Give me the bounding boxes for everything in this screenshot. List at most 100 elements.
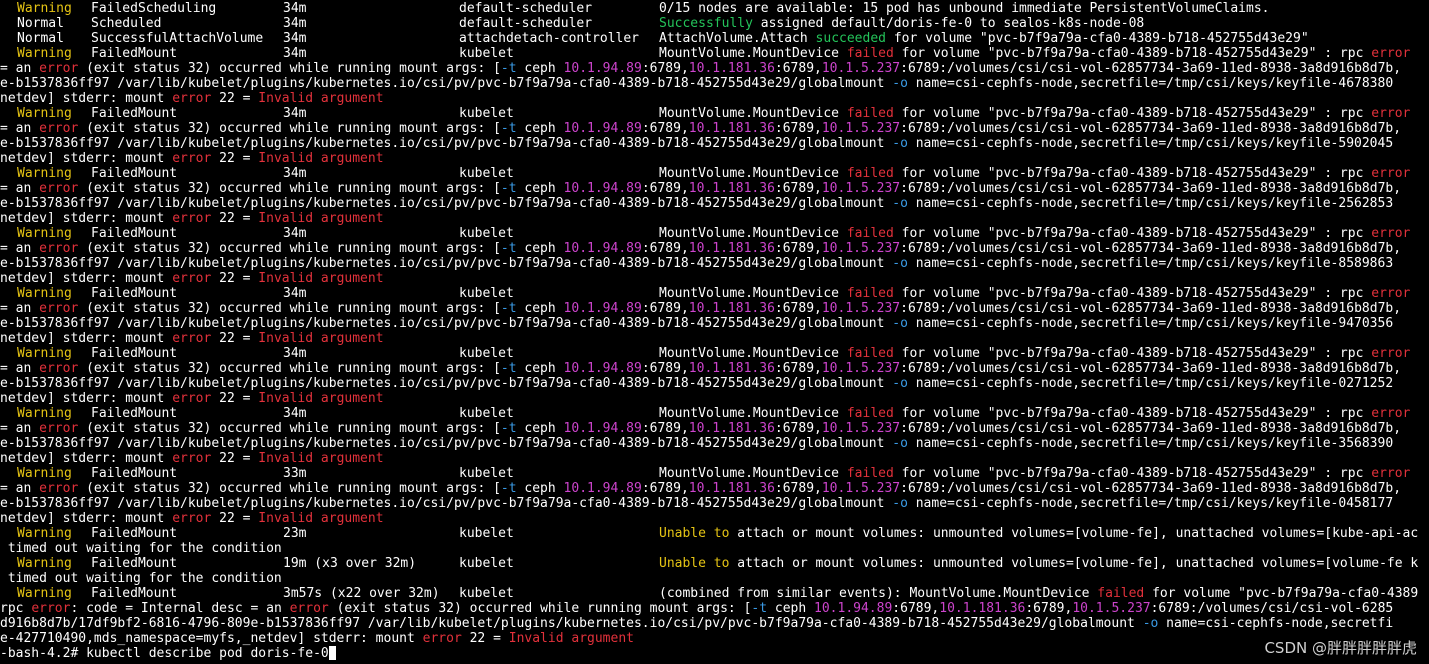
output-segment: 10.1.181.36: [688, 421, 775, 436]
event-from-text: default-scheduler: [459, 16, 593, 31]
output-segment: 10.1.94.89: [563, 181, 642, 196]
output-segment: Invalid argument: [258, 391, 384, 406]
message-segment: MountVolume.MountDevice: [659, 226, 847, 241]
event-from: kubelet: [459, 406, 514, 421]
output-segment: 10.1.94.89: [563, 481, 642, 496]
output-segment: :6789,: [774, 121, 822, 136]
event-reason: FailedMount: [91, 466, 177, 481]
event-age-text: 34m: [283, 16, 307, 31]
event-type-text: Warning: [17, 46, 72, 61]
output-segment: :6789,: [641, 301, 689, 316]
output-segment: error: [172, 91, 212, 106]
output-segment: name=csi-cephfs-node,secretfile=/tmp/csi…: [907, 136, 1394, 151]
event-age: 23m: [283, 526, 306, 541]
event-reason: FailedMount: [91, 586, 177, 601]
output-segment: 10.1.181.36: [688, 361, 775, 376]
event-age: 34m: [283, 286, 306, 301]
message-segment: MountVolume.MountDevice: [659, 406, 847, 421]
event-message: Unable to attach or mount volumes: unmou…: [659, 526, 1418, 541]
output-segment: e-b1537836ff97 /var/lib/kubelet/plugins/…: [0, 256, 893, 271]
event-from-text: kubelet: [459, 46, 514, 61]
event-message: MountVolume.MountDevice failed for volum…: [659, 226, 1410, 241]
event-age: 34m: [283, 46, 306, 61]
output-segment: :6789,: [774, 181, 822, 196]
event-reason-text: FailedMount: [91, 526, 178, 541]
terminal-output[interactable]: Warning FailedScheduling 34m default-schedu…: [0, 0, 1429, 664]
message-segment: error: [1371, 166, 1411, 181]
message-segment: MountVolume.MountDevice: [659, 166, 847, 181]
csdn-watermark: CSDN @胖胖胖胖胖虎: [1264, 639, 1417, 657]
output-segment: -o: [892, 136, 908, 151]
event-type-text: Warning: [17, 406, 72, 421]
event-reason-text: FailedMount: [91, 46, 178, 61]
terminal-cursor: [328, 646, 336, 660]
event-age-text: 34m: [283, 226, 307, 241]
shell-prompt-line: -bash-4.2# kubectl describe pod doris-fe…: [0, 646, 336, 661]
event-from: kubelet: [459, 466, 514, 481]
output-segment: Invalid argument: [258, 91, 384, 106]
event-from-text: attachdetach-controller: [459, 31, 640, 46]
output-segment: e-427710490,mds_namespace=myfs,_netdev] …: [0, 631, 423, 646]
output-segment: (exit status 32) occurred while running …: [78, 481, 501, 496]
event-message: MountVolume.MountDevice failed for volum…: [659, 466, 1410, 481]
event-reason-text: FailedMount: [91, 556, 178, 571]
output-segment: :6789:/volumes/csi/csi-vol-62857734-3a69…: [900, 361, 1402, 376]
output-segment: :6789,: [774, 241, 822, 256]
event-from: kubelet: [459, 166, 514, 181]
output-segment: :6789,: [774, 61, 822, 76]
continuation-line: = an error (exit status 32) occurred whi…: [0, 301, 1401, 316]
output-segment: = an: [0, 421, 40, 436]
output-segment: name=csi-cephfs-node,secretfile=/tmp/csi…: [907, 496, 1394, 511]
event-reason: FailedMount: [91, 286, 177, 301]
event-from: default-scheduler: [459, 1, 592, 16]
event-type-text: Warning: [17, 466, 72, 481]
output-segment: :6789:/volumes/csi/csi-vol-62857734-3a69…: [900, 241, 1402, 256]
event-type-text: Warning: [17, 286, 72, 301]
output-segment: = an: [0, 361, 40, 376]
output-segment: error: [172, 151, 212, 166]
event-age-text: 34m: [283, 106, 307, 121]
event-message: Successfully assigned default/doris-fe-0…: [659, 16, 1144, 31]
event-from-text: kubelet: [459, 526, 514, 541]
message-segment: failed: [846, 466, 894, 481]
output-segment: netdev] stderr: mount: [0, 91, 173, 106]
event-reason: FailedMount: [91, 526, 177, 541]
event-from: kubelet: [459, 46, 514, 61]
event-type-text: Normal: [17, 31, 64, 46]
output-segment: ceph: [516, 301, 564, 316]
output-segment: : code = Internal desc = an: [70, 601, 290, 616]
continuation-line: = an error (exit status 32) occurred whi…: [0, 361, 1401, 376]
output-segment: error: [172, 331, 212, 346]
continuation-line: netdev] stderr: mount error 22 = Invalid…: [0, 331, 384, 346]
event-reason-text: FailedMount: [91, 106, 178, 121]
event-age-text: 3m57s (x22 over 32m): [283, 586, 440, 601]
output-segment: error: [39, 361, 79, 376]
output-segment: :6789,: [641, 421, 689, 436]
output-segment: 10.1.181.36: [688, 181, 775, 196]
output-segment: 10.1.5.237: [821, 421, 901, 436]
message-segment: for volume "pvc-b7f9a79a-cfa0-4389-b718-…: [893, 286, 1372, 301]
event-reason: FailedMount: [91, 556, 177, 571]
message-segment: assigned default/doris-fe-0 to sealos-k8…: [752, 16, 1145, 31]
message-segment: error: [1371, 46, 1411, 61]
output-segment: 22 =: [211, 391, 259, 406]
output-segment: name=csi-cephfs-node,secretfile=/tmp/csi…: [907, 316, 1394, 331]
output-segment: 10.1.94.89: [563, 121, 642, 136]
event-reason-text: FailedMount: [91, 346, 178, 361]
event-from: kubelet: [459, 586, 514, 601]
output-segment: :6789:/volumes/csi/csi-vol-62857734-3a69…: [900, 61, 1402, 76]
output-segment: error: [172, 391, 212, 406]
message-segment: (combined from similar events): MountVol…: [659, 586, 1098, 601]
message-segment: for volume "pvc-b7f9a79a-cfa0-4389-b718-…: [893, 466, 1372, 481]
output-segment: Invalid argument: [258, 451, 384, 466]
event-reason: FailedScheduling: [91, 1, 216, 16]
output-segment: error: [172, 451, 212, 466]
continuation-line: netdev] stderr: mount error 22 = Invalid…: [0, 391, 384, 406]
output-segment: :6789:/volumes/csi/csi-vol-62857734-3a69…: [900, 181, 1402, 196]
event-from-text: kubelet: [459, 586, 514, 601]
output-segment: d916b8d7b/17df9bf2-6816-4796-809e-b15378…: [0, 616, 1143, 631]
continuation-line: = an error (exit status 32) occurred whi…: [0, 481, 1401, 496]
event-reason: FailedMount: [91, 106, 177, 121]
output-segment: :6789,: [641, 181, 689, 196]
output-segment: error: [172, 211, 212, 226]
